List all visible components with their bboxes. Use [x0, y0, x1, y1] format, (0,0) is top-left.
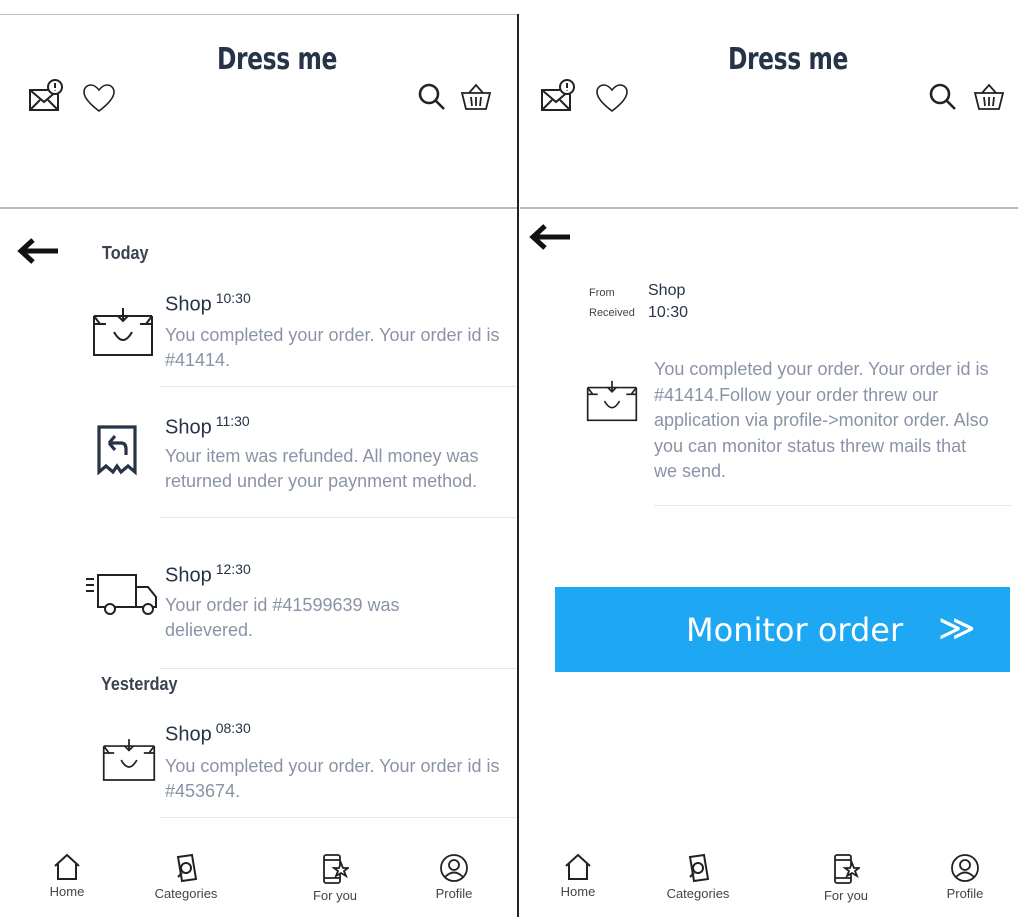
nav-profile[interactable]: Profile	[920, 847, 1010, 901]
nav-label: Profile	[435, 886, 473, 901]
message-sender: Shop 11:30	[165, 413, 250, 439]
search-icon[interactable]	[928, 82, 958, 117]
nav-profile[interactable]: Profile	[409, 847, 499, 901]
shopping-bag-icon	[92, 306, 154, 363]
message-text: Your item was refunded. All money was re…	[165, 446, 479, 491]
nav-label: Profile	[946, 886, 984, 901]
categories-icon	[688, 853, 710, 883]
section-yesterday: Yesterday	[101, 674, 178, 694]
delivery-truck-icon	[84, 571, 160, 622]
profile-icon	[440, 854, 468, 882]
profile-icon	[951, 854, 979, 882]
message-time: 10:30	[215, 290, 251, 306]
mail-alert-icon[interactable]	[28, 78, 66, 119]
shopping-bag-icon	[586, 376, 638, 431]
shopping-bag-icon	[102, 735, 156, 790]
message-text: Your order id #41599639 was delievered.	[165, 595, 400, 640]
nav-label: For you	[823, 888, 869, 903]
message-divider	[160, 668, 518, 669]
message-sender: Shop 10:30	[165, 290, 251, 316]
header-divider	[520, 207, 1018, 209]
mail-alert-icon[interactable]	[540, 78, 578, 119]
nav-label: Categories	[154, 886, 218, 901]
nav-categories[interactable]: Categories	[653, 847, 743, 901]
nav-home[interactable]: Home	[22, 847, 112, 899]
received-label: Received	[589, 307, 635, 319]
nav-label: Categories	[666, 886, 730, 901]
section-today: Today	[102, 243, 149, 263]
message-sender: Shop 08:30	[165, 720, 251, 746]
monitor-order-button[interactable]: Monitor order ≫	[555, 587, 1010, 672]
search-icon[interactable]	[417, 82, 447, 117]
message-detail-screen: Dress me From Shop Received 10:30 You co…	[520, 0, 1018, 917]
nav-home[interactable]: Home	[533, 847, 623, 899]
received-value: 10:30	[648, 304, 689, 321]
message-detail-text: You completed your order. Your order id …	[654, 359, 989, 481]
back-arrow-icon[interactable]	[16, 236, 60, 271]
message-text: You completed your order. Your order id …	[165, 756, 500, 801]
basket-icon[interactable]	[973, 82, 1005, 117]
message-time: 08:30	[215, 720, 251, 736]
categories-icon	[176, 853, 198, 883]
top-border	[0, 14, 518, 15]
from-value: Shop	[648, 282, 686, 299]
nav-categories[interactable]: Categories	[141, 847, 231, 901]
app-brand-title: Dress me	[728, 42, 848, 77]
message-divider	[160, 386, 518, 387]
header-divider	[0, 207, 518, 209]
screen-divider	[517, 14, 519, 917]
for-you-icon	[834, 854, 860, 884]
double-chevron-right-icon: ≫	[938, 607, 976, 648]
heart-icon[interactable]	[82, 83, 116, 118]
message-text: You completed your order. Your order id …	[165, 325, 500, 370]
refund-receipt-icon	[95, 424, 139, 481]
message-time: 12:30	[215, 561, 251, 577]
app-brand-title: Dress me	[217, 42, 337, 77]
message-divider	[160, 817, 518, 818]
message-divider	[654, 505, 1012, 506]
message-divider	[160, 517, 518, 518]
nav-label: For you	[312, 888, 358, 903]
basket-icon[interactable]	[460, 82, 492, 117]
monitor-order-label: Monitor order	[686, 611, 904, 649]
for-you-icon	[323, 854, 349, 884]
message-time: 11:30	[215, 413, 250, 429]
nav-label: Home	[49, 884, 85, 899]
back-arrow-icon[interactable]	[528, 222, 572, 257]
nav-label: Home	[560, 884, 596, 899]
bottom-nav: Home Categories For you Profile	[520, 847, 1018, 917]
notifications-screen: Dress me Today Shop 10:30 You completed …	[0, 0, 518, 917]
nav-for-you[interactable]: For you	[290, 847, 380, 903]
nav-for-you[interactable]: For you	[801, 847, 891, 903]
from-label: From	[589, 287, 615, 299]
home-icon	[565, 853, 591, 880]
heart-icon[interactable]	[595, 83, 629, 118]
home-icon	[54, 853, 80, 880]
bottom-nav: Home Categories For you Profile	[0, 847, 518, 917]
message-sender: Shop 12:30	[165, 561, 251, 587]
